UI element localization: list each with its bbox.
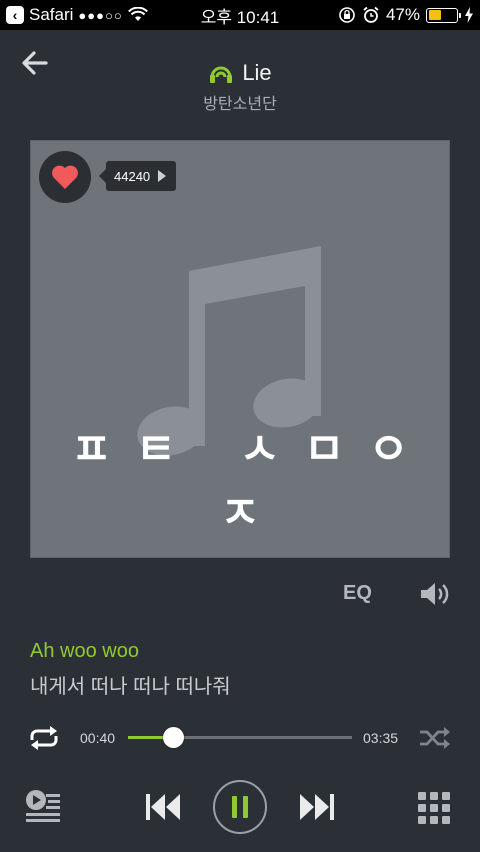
volume-icon[interactable] bbox=[418, 580, 452, 608]
listening-icon bbox=[210, 66, 233, 83]
song-artist[interactable]: 방탄소년단 bbox=[0, 90, 480, 114]
back-to-app-icon[interactable]: ‹ bbox=[6, 6, 24, 24]
progress-thumb[interactable] bbox=[162, 727, 184, 748]
wifi-icon bbox=[127, 7, 148, 21]
signal-icon: ●●●○○ bbox=[78, 7, 123, 23]
battery-level bbox=[428, 10, 442, 20]
repeat-icon[interactable] bbox=[26, 724, 62, 752]
progress-bar[interactable] bbox=[128, 727, 352, 748]
battery-icon bbox=[426, 7, 461, 23]
lyric-next-line[interactable]: 내게서 떠나 떠나 떠나줘 bbox=[30, 670, 231, 699]
rotation-lock-icon bbox=[339, 7, 355, 23]
like-count: 44240 bbox=[114, 168, 151, 184]
status-bar: ‹ Safari ●●●○○ 오후 10:41 47% bbox=[0, 0, 480, 30]
next-icon[interactable] bbox=[298, 790, 336, 824]
grid-menu-icon[interactable] bbox=[418, 792, 450, 824]
like-button[interactable] bbox=[39, 151, 91, 203]
play-arrow-icon bbox=[158, 170, 167, 182]
alarm-icon bbox=[363, 6, 379, 23]
charging-icon bbox=[465, 7, 473, 23]
album-art: 44240 ㅍㅌ ㅅㅁㅇㅈ bbox=[30, 140, 450, 558]
lyric-current-line[interactable]: Ah woo woo bbox=[30, 640, 139, 663]
pause-button[interactable] bbox=[213, 780, 267, 834]
back-to-app-label[interactable]: Safari bbox=[29, 5, 73, 25]
shuffle-icon[interactable] bbox=[418, 724, 452, 752]
song-title: Lie bbox=[242, 60, 272, 85]
previous-icon[interactable] bbox=[144, 790, 182, 824]
pause-icon bbox=[243, 796, 248, 818]
song-title-row: Lie bbox=[0, 60, 480, 86]
heart-icon bbox=[52, 165, 78, 189]
like-count-badge[interactable]: 44240 bbox=[98, 161, 177, 191]
battery-percent: 47% bbox=[385, 5, 420, 24]
current-time: 00:40 bbox=[80, 730, 116, 746]
pause-icon bbox=[232, 796, 237, 818]
eq-button[interactable]: EQ bbox=[343, 582, 372, 605]
total-time: 03:35 bbox=[363, 730, 399, 746]
album-caption: ㅍㅌ ㅅㅁㅇㅈ bbox=[71, 424, 433, 539]
playlist-icon[interactable] bbox=[24, 788, 62, 824]
